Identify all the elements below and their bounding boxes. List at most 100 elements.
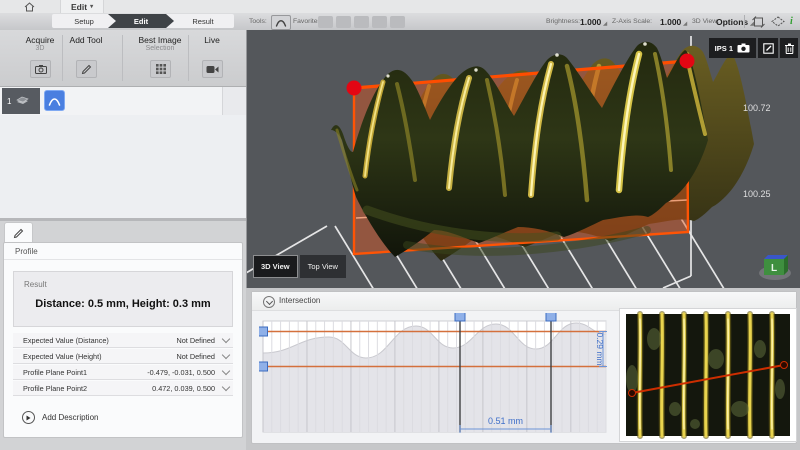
delete-button[interactable]	[780, 38, 798, 58]
acquire-group-label: Acquire 3D	[14, 35, 66, 52]
zaxis-value-text: 1.000	[660, 17, 681, 27]
annotate-button[interactable]	[758, 38, 778, 58]
cube-face-label: L	[771, 263, 777, 274]
row-value: 0.472, 0.039, 0.500	[152, 384, 215, 393]
live-group-label: Live	[192, 35, 232, 45]
perspective-diamond-icon	[771, 16, 785, 27]
favorite-slot-1[interactable]	[318, 16, 333, 28]
intersection-title: Intersection	[279, 296, 320, 305]
tab-result-label: Result	[192, 17, 213, 26]
result-text: Distance: 0.5 mm, Height: 0.3 mm	[14, 298, 232, 310]
top-view-image[interactable]	[620, 309, 796, 441]
plane-handle-right[interactable]	[680, 54, 695, 69]
favorite-slot-3[interactable]	[354, 16, 369, 28]
profile-tool-button[interactable]	[271, 15, 291, 30]
ips-snapshot-button[interactable]: IPS 1	[709, 38, 756, 58]
intersection-card: Intersection 0.	[251, 291, 797, 444]
tab-setup[interactable]: Setup	[52, 14, 116, 28]
collapse-icon[interactable]	[263, 296, 275, 308]
home-button[interactable]	[20, 1, 38, 12]
main-toolbar: Setup Edit Result Tools: Favorites: Brig…	[0, 13, 800, 31]
view-mode-buttons: 3D View Top View	[253, 255, 346, 278]
z-axis-value-upper: 100.72	[743, 103, 771, 113]
row-plane-point1[interactable]: Profile Plane Point1 -0.479, -0.031, 0.5…	[13, 365, 233, 380]
zaxis-label: Z-Axis Scale:	[612, 13, 652, 30]
3d-view-label: 3D View	[261, 262, 290, 271]
fit-frame-icon	[752, 16, 765, 28]
group-separator	[122, 35, 123, 81]
lower-height-handle[interactable]	[259, 362, 268, 371]
brightness-value[interactable]: 1.000 ◢	[580, 13, 607, 30]
live-button[interactable]	[202, 60, 223, 78]
bestimage-subtitle: Selection	[130, 45, 190, 52]
chevron-down-icon[interactable]	[222, 382, 230, 390]
brightness-caret-icon: ◢	[603, 21, 607, 27]
favorite-slot-2[interactable]	[336, 16, 351, 28]
tab-result[interactable]: Result	[166, 14, 234, 28]
left-panel: Acquire 3D Add Tool Best Image Selection	[0, 30, 246, 450]
add-description-button[interactable]: Add Description	[22, 411, 98, 424]
top-view-button[interactable]: Top View	[300, 255, 346, 278]
info-button[interactable]: i	[790, 13, 793, 30]
orientation-cube[interactable]: L	[759, 255, 791, 280]
addtool-title: Add Tool	[60, 35, 112, 45]
acquire-subtitle: 3D	[14, 45, 66, 52]
zaxis-value[interactable]: 1.000 ◢	[660, 13, 687, 30]
favorite-slot-4[interactable]	[372, 16, 387, 28]
home-icon	[24, 2, 35, 12]
result-label: Result	[24, 280, 47, 289]
chevron-down-icon[interactable]	[222, 334, 230, 342]
tab-edit-label: Edit	[134, 17, 148, 26]
profile-edit-tab[interactable]	[4, 222, 33, 243]
favorite-slot-5[interactable]	[390, 16, 405, 28]
menu-caret-icon: ▾	[90, 3, 93, 10]
row-expected-distance[interactable]: Expected Value (Distance) Not Defined	[13, 333, 233, 348]
3d-viewport[interactable]: L IPS 1 100	[246, 30, 800, 288]
profile-tool-icon	[275, 18, 287, 27]
acquire-title: Acquire	[14, 35, 66, 45]
row-expected-height[interactable]: Expected Value (Height) Not Defined	[13, 349, 233, 364]
add-tool-button[interactable]	[76, 60, 97, 78]
zaxis-caret-icon: ◢	[683, 21, 687, 27]
upper-height-handle[interactable]	[259, 327, 268, 336]
3d-view-button[interactable]: 3D View	[253, 255, 298, 278]
width-dimension-label: 0.51 mm	[488, 416, 523, 426]
distance-handle-1[interactable]	[455, 313, 465, 321]
fit-view-button[interactable]	[748, 14, 768, 29]
panel-splitter[interactable]	[0, 218, 246, 221]
acquire-button[interactable]	[30, 60, 51, 78]
best-image-button[interactable]	[150, 60, 171, 78]
tools-label: Tools:	[249, 13, 267, 30]
row-plane-point2[interactable]: Profile Plane Point2 0.472, 0.039, 0.500	[13, 381, 233, 396]
camera-icon	[737, 43, 750, 53]
profile-graph[interactable]: 0.51 mm 0.29 mm	[259, 313, 619, 441]
intersection-panel: Intersection 0.	[246, 288, 800, 450]
chevron-down-icon[interactable]	[222, 366, 230, 374]
row-label: Profile Plane Point1	[23, 368, 147, 377]
3d-scene: L	[247, 30, 800, 288]
result-box: Result Distance: 0.5 mm, Height: 0.3 mm	[13, 271, 233, 327]
distance-handle-2[interactable]	[546, 313, 556, 321]
expand-arrow-icon	[22, 411, 35, 424]
row-value: -0.479, -0.031, 0.500	[147, 368, 215, 377]
profile-tool-icon	[48, 96, 61, 106]
grid-icon	[156, 64, 166, 74]
menu-edit-label: Edit	[71, 2, 87, 12]
list-item-number: 1	[7, 97, 11, 106]
tab-setup-label: Setup	[74, 17, 94, 26]
divider	[4, 259, 242, 260]
list-item-1[interactable]: 1	[2, 88, 40, 114]
list-scrollbar[interactable]	[222, 87, 247, 115]
profile-tool-chip-selected[interactable]	[44, 90, 65, 111]
tab-edit[interactable]: Edit	[108, 14, 174, 28]
brightness-value-text: 1.000	[580, 17, 601, 27]
perspective-button[interactable]	[768, 14, 788, 29]
brightness-label: Brightness:	[546, 13, 580, 30]
menu-edit[interactable]: Edit ▾	[60, 0, 104, 13]
trash-icon	[785, 43, 794, 54]
menu-bar: Edit ▾	[0, 0, 800, 14]
measurement-list-row: 1	[0, 87, 246, 116]
bestimage-group-label: Best Image Selection	[130, 35, 190, 52]
plane-handle-left[interactable]	[347, 81, 362, 96]
chevron-down-icon[interactable]	[222, 350, 230, 358]
